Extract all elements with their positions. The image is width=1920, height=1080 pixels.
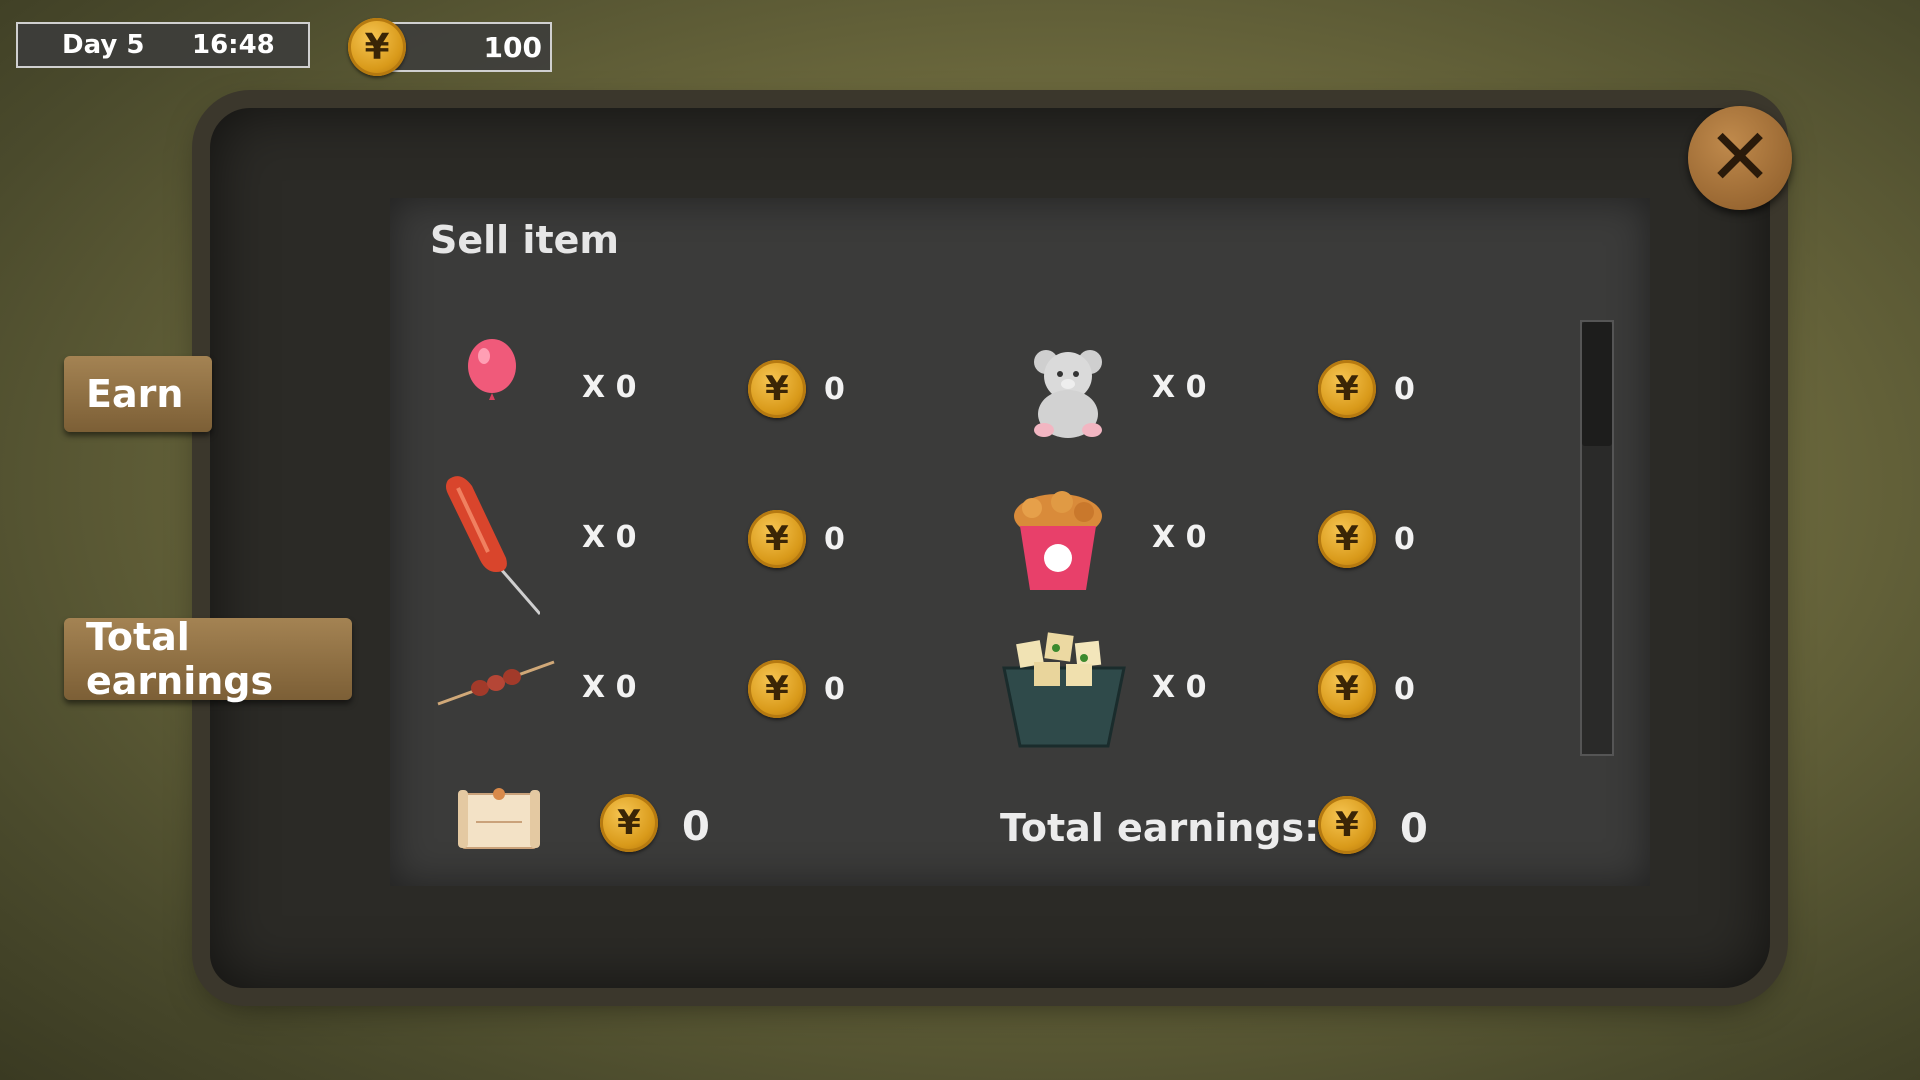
total-earnings-label: Total earnings: xyxy=(1000,806,1320,850)
ticket-value: 0 xyxy=(682,804,710,850)
yuan-coin-icon: ¥ xyxy=(1318,360,1376,418)
item-qty: X 0 xyxy=(1152,520,1207,555)
scrollbar-thumb[interactable] xyxy=(1582,322,1612,446)
close-icon: ✕ xyxy=(1707,113,1773,203)
item-qty: X 0 xyxy=(582,520,637,555)
item-price: 0 xyxy=(1394,672,1415,707)
item-qty: X 0 xyxy=(1152,370,1207,405)
tab-earn[interactable]: Earn xyxy=(64,356,212,432)
fried-chicken-icon xyxy=(1014,491,1102,590)
item-price: 0 xyxy=(824,372,845,407)
yuan-coin-icon: ¥ xyxy=(748,660,806,718)
sell-item-panel: Sell item X 0 ¥ 0 X 0 ¥ 0 X 0 ¥ 0 X 0 ¥ … xyxy=(390,198,1650,886)
yuan-coin-icon: ¥ xyxy=(1318,660,1376,718)
panel-title: Sell item xyxy=(430,218,619,262)
skewer-icon xyxy=(437,660,555,706)
tab-total-earnings[interactable]: Total earnings xyxy=(64,615,352,703)
item-price: 0 xyxy=(824,672,845,707)
item-qty: X 0 xyxy=(1152,670,1207,705)
total-earnings-value: 0 xyxy=(1400,806,1428,852)
yuan-coin-icon: ¥ xyxy=(600,794,658,852)
teddy-bear-icon xyxy=(1034,350,1102,438)
item-price: 0 xyxy=(1394,522,1415,557)
item-price: 0 xyxy=(1394,372,1415,407)
yuan-coin-icon: ¥ xyxy=(1318,510,1376,568)
day-label: Day 5 xyxy=(62,30,145,60)
sausage-icon xyxy=(446,476,540,615)
ticket-scroll-icon xyxy=(458,788,540,849)
yuan-coin-icon: ¥ xyxy=(1318,796,1376,854)
yuan-coin-icon: ¥ xyxy=(748,510,806,568)
yuan-coin-icon: ¥ xyxy=(748,360,806,418)
item-qty: X 0 xyxy=(582,370,637,405)
item-qty: X 0 xyxy=(582,670,637,705)
close-button[interactable]: ✕ xyxy=(1688,106,1792,210)
tofu-bowl-icon xyxy=(1002,632,1126,748)
yuan-coin-icon: ¥ xyxy=(348,18,406,76)
balloon-icon xyxy=(468,339,516,400)
money-value: 100 xyxy=(483,30,542,64)
time-label: 16:48 xyxy=(192,30,275,60)
item-price: 0 xyxy=(824,522,845,557)
day-time-display: Day 5 16:48 xyxy=(16,22,310,68)
